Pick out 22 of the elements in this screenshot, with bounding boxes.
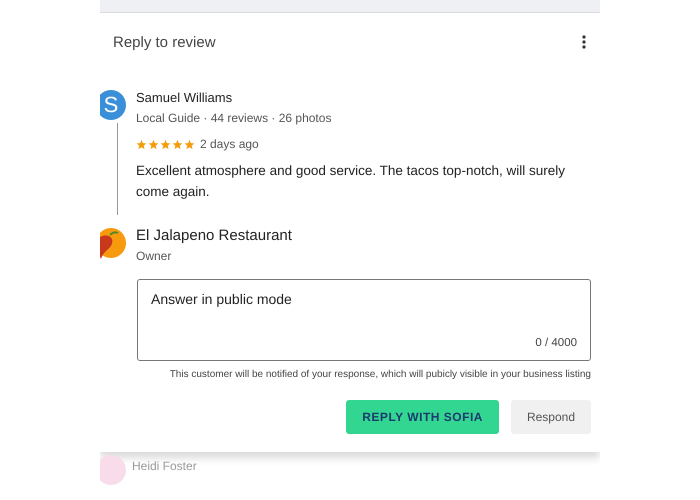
- review-text: Excellent atmosphere and good service. The tacos top-notch, will surely come again.: [136, 162, 566, 201]
- reviewer-name: Samuel Williams: [136, 90, 234, 105]
- star-icon: [136, 138, 147, 150]
- avatar: [100, 455, 126, 485]
- reviewer-name: Heidi Foster: [132, 459, 197, 475]
- reviewer-meta: Local Guide · 44 reviews · 26 photos: [136, 111, 332, 125]
- star-icon: [148, 138, 159, 150]
- avatar: S: [100, 90, 126, 120]
- character-counter: 0 / 4000: [535, 337, 577, 349]
- reply-with-sofia-button[interactable]: REPLY WITH SOFIA: [346, 400, 499, 434]
- dialog-title: Reply to review: [113, 34, 216, 50]
- more-options-icon[interactable]: [582, 35, 586, 49]
- star-icon: [172, 138, 183, 150]
- review-time: 2 days ago: [200, 137, 259, 151]
- notice-text: This customer will be notified of your response, which will pubicly visible in your business listing: [170, 369, 591, 380]
- respond-button[interactable]: Respond: [510, 400, 591, 434]
- reply-field[interactable]: Answer in public mode 0 / 4000: [137, 279, 591, 361]
- star-icon: [184, 138, 195, 150]
- owner-name: El Jalapeno Restaurant: [136, 227, 292, 244]
- owner-role: Owner: [136, 249, 172, 263]
- star-icon: [160, 138, 171, 150]
- pepper-logo: [100, 225, 126, 261]
